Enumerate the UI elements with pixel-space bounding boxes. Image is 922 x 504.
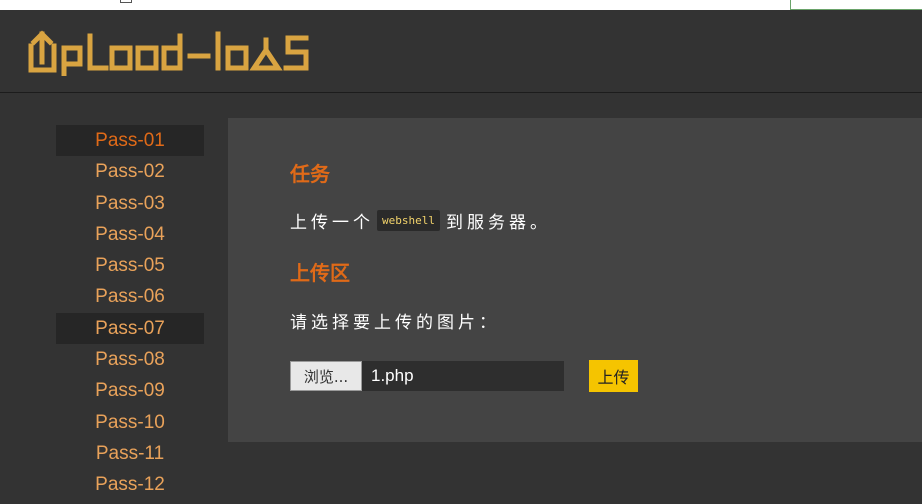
sidebar-item-pass-03[interactable]: Pass-03 (56, 188, 204, 219)
content-panel: 任务 上传一个 webshell 到服务器。 上传区 请选择要上传的图片： 浏览… (228, 118, 922, 442)
sidebar-item-pass-12[interactable]: Pass-12 (56, 469, 204, 500)
upload-submit-button[interactable]: 上传 (589, 360, 638, 392)
browser-search-box[interactable] (790, 0, 922, 10)
upload-heading: 上传区 (290, 261, 350, 285)
task-text-after: 到服务器。 (445, 213, 551, 233)
browse-button[interactable]: 浏览... (290, 361, 362, 391)
browser-chrome-strip (0, 0, 922, 10)
sidebar-item-pass-01[interactable]: Pass-01 (56, 125, 204, 157)
webshell-code: webshell (377, 210, 440, 231)
task-text-before: 上传一个 (290, 213, 374, 233)
selected-file-name[interactable]: 1.php (362, 361, 564, 391)
logo-icon (28, 30, 309, 76)
tab-icon (120, 0, 132, 3)
upload-prompt: 请选择要上传的图片： (290, 313, 500, 333)
task-description: 上传一个 webshell 到服务器。 (290, 208, 551, 233)
sidebar-item-pass-06[interactable]: Pass-06 (56, 281, 204, 312)
sidebar-item-pass-09[interactable]: Pass-09 (56, 375, 204, 406)
site-header (0, 10, 922, 93)
sidebar-item-pass-04[interactable]: Pass-04 (56, 219, 204, 250)
task-heading: 任务 (290, 162, 330, 186)
site-logo[interactable] (28, 26, 318, 76)
file-upload-row: 浏览... 1.php 上传 (290, 360, 638, 392)
sidebar-item-pass-11[interactable]: Pass-11 (56, 438, 204, 469)
sidebar-nav: Pass-01 Pass-02 Pass-03 Pass-04 Pass-05 … (56, 125, 204, 501)
sidebar-item-pass-08[interactable]: Pass-08 (56, 344, 204, 375)
sidebar-item-pass-05[interactable]: Pass-05 (56, 250, 204, 281)
sidebar-item-pass-10[interactable]: Pass-10 (56, 407, 204, 438)
sidebar-item-pass-07[interactable]: Pass-07 (56, 312, 204, 345)
sidebar-item-pass-02[interactable]: Pass-02 (56, 156, 204, 187)
